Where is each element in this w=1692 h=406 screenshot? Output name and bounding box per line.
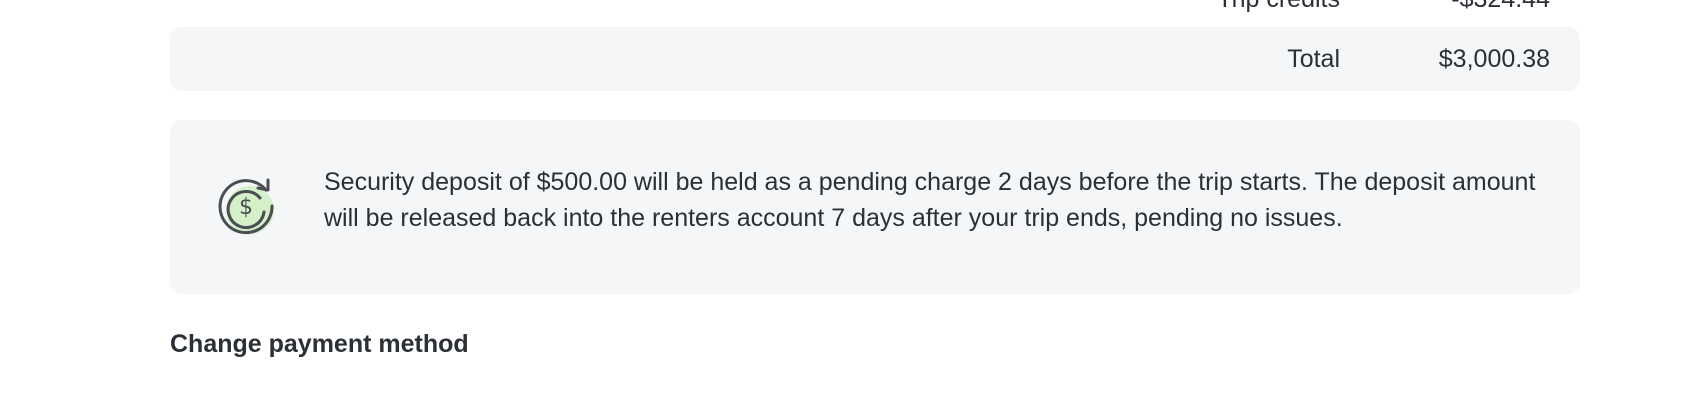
total-label: Total [1287, 44, 1340, 73]
security-deposit-message: Security deposit of $500.00 will be held… [324, 168, 1536, 232]
total-row: Total $3,000.38 [170, 27, 1580, 91]
change-payment-method-link[interactable]: Change payment method [170, 330, 469, 359]
trip-credits-row: Trip credits -$324.44 [170, 0, 1580, 14]
svg-text:$: $ [239, 195, 253, 220]
trip-credits-value: -$324.44 [1420, 0, 1550, 14]
total-value: $3,000.38 [1438, 44, 1550, 73]
trip-credits-label: Trip credits [1140, 0, 1340, 14]
security-deposit-card: $ Security deposit of $500.00 will be he… [170, 120, 1580, 294]
checkout-summary-page: Trip credits -$324.44 Total $3,000.38 $ … [0, 0, 1692, 406]
dollar-refresh-icon: $ [216, 176, 278, 238]
